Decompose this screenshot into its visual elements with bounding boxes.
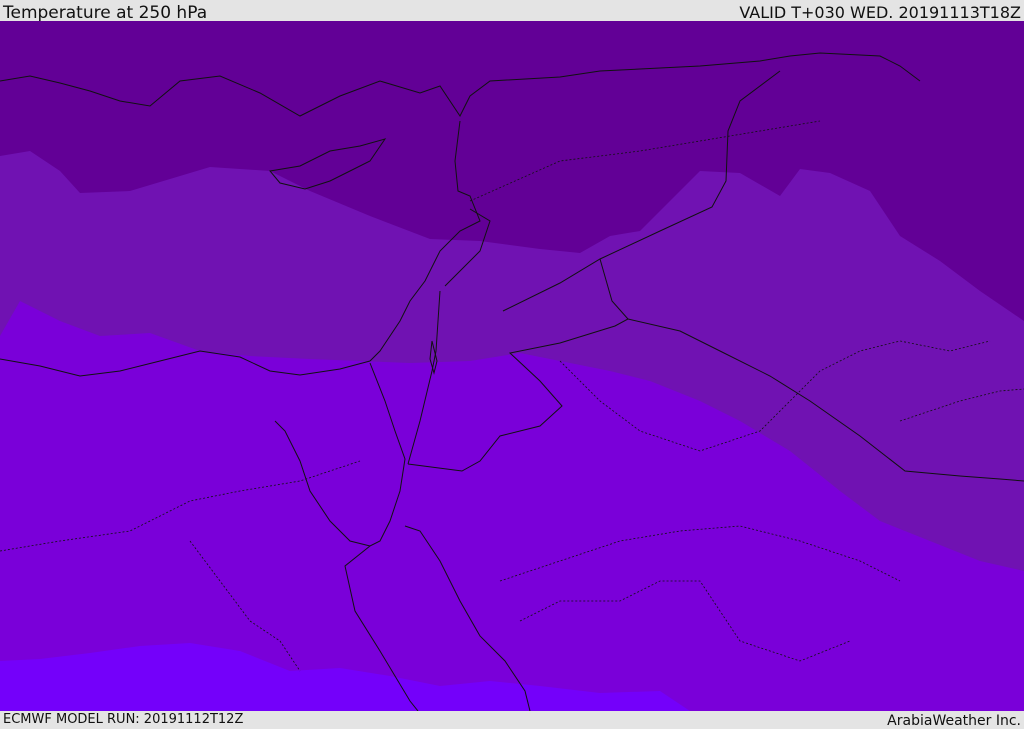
credit-label: ArabiaWeather Inc.: [887, 713, 1021, 729]
model-run: ECMWF MODEL RUN: 20191112T12Z: [3, 712, 244, 727]
map-title: Temperature at 250 hPa: [3, 3, 208, 23]
valid-time: VALID T+030 WED. 20191113T18Z: [739, 3, 1021, 22]
weather-map[interactable]: [0, 21, 1024, 711]
